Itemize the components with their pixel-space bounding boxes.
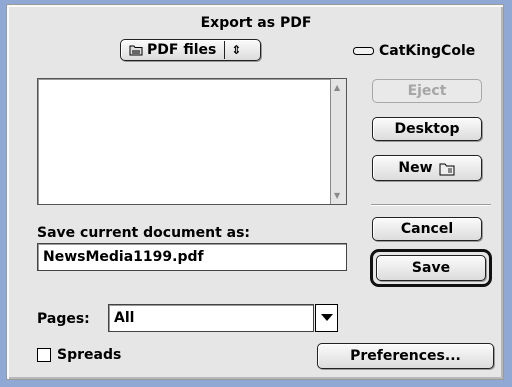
eject-button[interactable]: Eject <box>372 79 482 103</box>
file-list[interactable]: ▲ ▼ <box>37 78 347 205</box>
scroll-up-arrow[interactable]: ▲ <box>334 83 340 92</box>
chevron-down-icon <box>320 314 333 321</box>
new-folder-button[interactable]: New <box>372 155 482 181</box>
updown-arrows-icon: ⇕ <box>231 43 242 57</box>
scroll-down-arrow[interactable]: ▼ <box>334 191 340 200</box>
popup-divider <box>224 41 226 59</box>
filename-field[interactable]: NewsMedia1199.pdf <box>37 243 347 271</box>
pages-select-value: All <box>114 310 135 326</box>
location-popup-value: PDF files <box>147 42 217 58</box>
location-popup[interactable]: PDF files ⇕ <box>120 39 261 61</box>
dialog-title: Export as PDF <box>200 15 312 31</box>
save-button[interactable]: Save <box>376 255 486 281</box>
pages-dropdown-button[interactable] <box>315 304 338 332</box>
save-button-label: Save <box>411 260 451 276</box>
drive-icon <box>353 47 374 55</box>
spreads-checkbox-row[interactable]: Spreads <box>37 347 121 363</box>
desktop-button[interactable]: Desktop <box>372 117 482 141</box>
cancel-button-label: Cancel <box>400 221 454 237</box>
pages-label: Pages: <box>37 311 90 327</box>
pages-select[interactable]: All <box>108 304 314 332</box>
save-as-label: Save current document as: <box>37 225 251 241</box>
export-dialog: Export as PDF PDF files ⇕ CatKingCole ▲ … <box>6 4 504 380</box>
preferences-button-label: Preferences... <box>350 348 461 364</box>
folder-icon <box>439 163 455 175</box>
volume-label: CatKingCole <box>353 43 475 59</box>
preferences-button[interactable]: Preferences... <box>317 343 494 369</box>
button-separator <box>371 204 491 206</box>
volume-name: CatKingCole <box>379 43 476 59</box>
eject-button-label: Eject <box>407 83 447 99</box>
spreads-label: Spreads <box>57 347 122 363</box>
new-button-label: New <box>398 160 433 176</box>
folder-icon <box>129 45 143 56</box>
desktop-button-label: Desktop <box>394 121 460 137</box>
file-list-scrollbar[interactable]: ▲ ▼ <box>330 79 346 204</box>
cancel-button[interactable]: Cancel <box>372 217 482 241</box>
spreads-checkbox[interactable] <box>37 348 51 362</box>
